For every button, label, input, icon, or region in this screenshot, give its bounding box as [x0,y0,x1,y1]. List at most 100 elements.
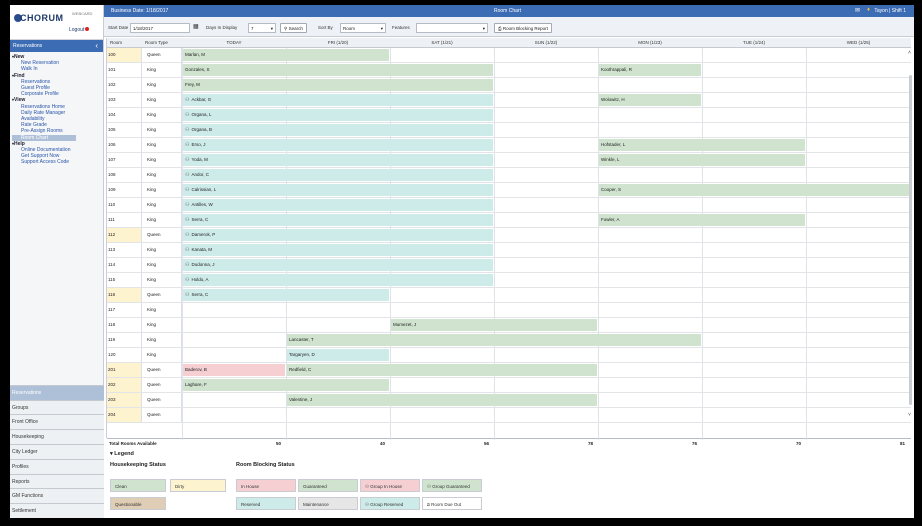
nav-housekeeping[interactable]: Housekeeping [10,429,104,445]
room-number[interactable]: 107 [107,153,142,167]
room-number[interactable]: 204 [107,408,142,422]
reservation-bar[interactable]: Mumezet, J [391,319,597,331]
nav-reservations[interactable]: Reservations [10,384,104,400]
menu-item-pre-assign-rooms[interactable]: Pre-Assign Rooms [12,128,101,134]
reservation-bar[interactable]: ⚇ Holdo, A [183,274,493,286]
room-type: King [142,108,182,122]
nav-front-office[interactable]: Front Office [10,414,104,430]
room-number[interactable]: 115 [107,273,142,287]
room-number[interactable]: 202 [107,378,142,392]
guest-name: Winkle, L [601,157,620,162]
reservation-bar[interactable]: ⚇ Serra, C [183,214,493,226]
reservation-bar[interactable]: Koothrappali, R [599,64,701,76]
collapse-chevron-icon[interactable]: ‹ [95,41,98,50]
bell-icon[interactable]: ♦ [867,7,870,13]
room-blocking-report-button[interactable]: ⎙ Room Blocking Report [494,23,552,33]
days-display-select[interactable]: 7 ▾ [248,23,276,33]
nav-groups[interactable]: Groups [10,399,104,415]
reservation-bar[interactable]: Baderov, B [183,364,285,376]
reservation-bar[interactable]: Gonzales, S [183,64,493,76]
calendar-icon[interactable]: ▦ [193,23,199,30]
chat-icon[interactable]: ✉ [855,7,860,14]
guest-name: Calrissian, L [191,187,217,192]
room-number[interactable]: 104 [107,108,142,122]
room-number[interactable]: 108 [107,168,142,182]
room-number[interactable]: 109 [107,183,142,197]
group-icon: ⚇ [185,247,190,253]
room-number[interactable]: 101 [107,63,142,77]
group-icon: ⚇ [185,232,190,238]
guest-name: Cooper, S [601,187,622,192]
room-number[interactable]: 106 [107,138,142,152]
room-row: 117 King [107,303,911,318]
reservation-bar[interactable]: Hofstader, L [599,139,805,151]
scroll-down-icon[interactable]: ˅ [908,412,911,418]
room-number[interactable]: 201 [107,363,142,377]
reservation-bar[interactable]: ⚇ Organa, L [183,109,493,121]
room-number[interactable]: 119 [107,333,142,347]
logout-link[interactable]: Logout [69,27,90,33]
vertical-scrollbar[interactable]: ˄ ˅ [908,50,913,420]
reservation-bar[interactable]: ⚇ Antilles, W [183,199,493,211]
room-number[interactable]: 117 [107,303,142,317]
room-number[interactable]: 116 [107,288,142,302]
column-header-7: TUE (1/24) [742,40,765,45]
reservation-bar[interactable]: ⚇ Kanata, M [183,244,493,256]
reservation-bar[interactable]: Targaryen, D [287,349,389,361]
room-number[interactable]: 103 [107,93,142,107]
reservation-bar[interactable]: Winkle, L [599,154,805,166]
reservation-bar[interactable]: ⚇ Calrissian, L [183,184,493,196]
reservation-bar[interactable]: ⚇ Andor, C [183,169,493,181]
nav-gm-functions[interactable]: GM Functions [10,488,104,504]
features-select[interactable]: ▾ [416,23,488,33]
reservation-bar[interactable]: Valentine, J [287,394,597,406]
total-available: 56 [484,441,490,446]
room-number[interactable]: 111 [107,213,142,227]
scroll-up-icon[interactable]: ˄ [908,50,911,56]
reservation-bar[interactable]: Laghare, F [183,379,389,391]
reservation-bar[interactable]: ⚇ Serra, C [183,289,389,301]
reservation-bar[interactable]: ⚇ Ackbar, G [183,94,493,106]
reservation-bar[interactable]: ⚇ Damerok, P [183,229,493,241]
room-number[interactable]: 113 [107,243,142,257]
legend-title[interactable]: ▾ Legend [110,451,134,457]
reservation-bar[interactable]: ⚇ Dodonna, J [183,259,493,271]
reservation-bar[interactable]: Lancaster, T [287,334,701,346]
nav-reports[interactable]: Reports [10,473,104,489]
room-number[interactable]: 100 [107,48,142,62]
nav-settlement[interactable]: Settlement [10,503,104,518]
group-icon: ⚇ [185,262,190,268]
reservation-bar[interactable]: ⚇ Erso, J [183,139,493,151]
reservation-bar[interactable]: Cooper, S [599,184,909,196]
scroll-thumb[interactable] [909,75,912,405]
nav-profiles[interactable]: Profiles [10,458,104,474]
sort-by-select[interactable]: Room ▾ [340,23,386,33]
room-number[interactable]: 105 [107,123,142,137]
guest-name: Antilles, W [191,202,213,207]
reservation-bar[interactable]: Marlan, M [183,49,389,61]
room-type: Queen [142,378,182,392]
nav-city-ledger[interactable]: City Ledger [10,444,104,459]
room-number[interactable]: 110 [107,198,142,212]
reservation-bar[interactable]: Redfield, C [287,364,597,376]
room-number[interactable]: 120 [107,348,142,362]
room-number[interactable]: 114 [107,258,142,272]
sidebar-menu: NewNew ReservationWalk InFindReservation… [10,52,103,168]
room-number[interactable]: 102 [107,78,142,92]
legend-status-maintenance: Maintenance [298,497,358,510]
user-shift[interactable]: Tayon | Shift 1 [874,8,906,14]
room-number[interactable]: 203 [107,393,142,407]
reservation-bar[interactable]: ⚇ Yoda, M [183,154,493,166]
reservation-bar[interactable]: Fowler, A [599,214,805,226]
room-number[interactable]: 112 [107,228,142,242]
reservation-bar[interactable]: Frey, M [183,79,493,91]
room-number[interactable]: 118 [107,318,142,332]
guest-name: Holdo, A [191,277,209,282]
guest-name: Targaryen, D [289,352,315,357]
search-button[interactable]: ⚲ Search [280,23,307,33]
start-date-input[interactable]: 1/18/2017 [130,23,190,33]
reservation-bar[interactable]: ⚇ Organa, B [183,124,493,136]
reservation-bar[interactable]: Wolowitz, H [599,94,701,106]
menu-item-support-access-code[interactable]: Support Access Code [12,159,101,165]
legend-label: Group Reserved [370,502,404,507]
